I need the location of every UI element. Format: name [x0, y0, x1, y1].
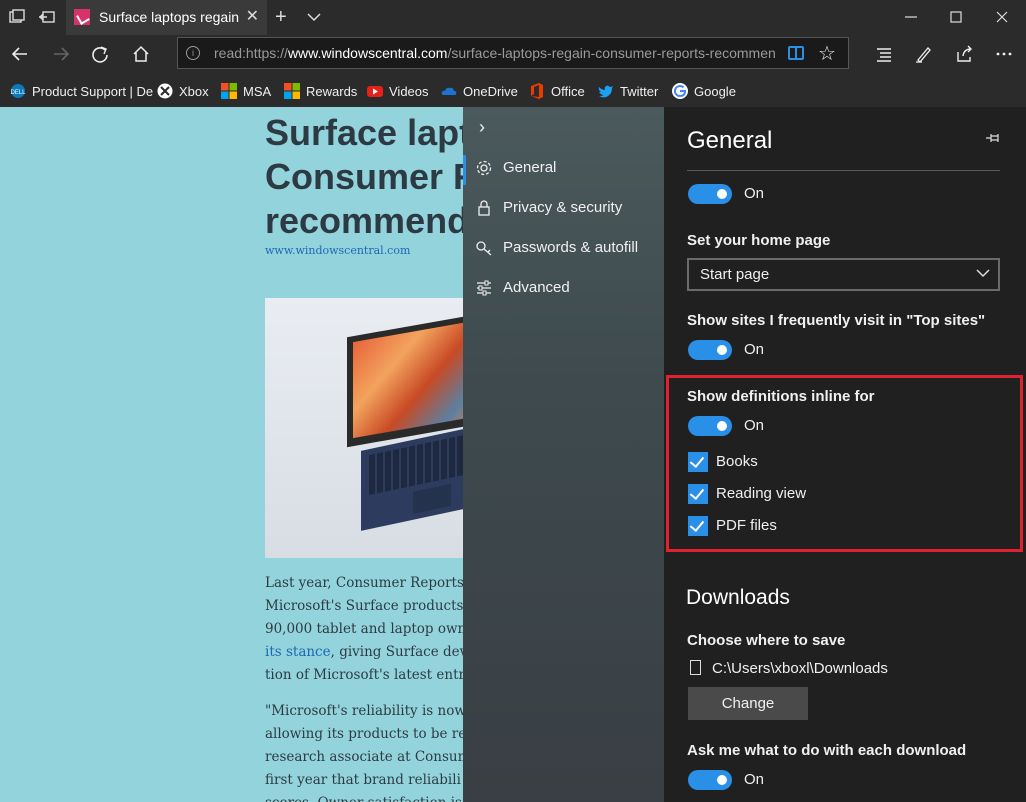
tab-preview-icon[interactable] [8, 8, 26, 26]
ask-download-toggle[interactable] [688, 770, 732, 790]
set-tabs-aside-icon[interactable] [38, 8, 56, 26]
favorite-google[interactable]: Google [672, 82, 736, 100]
definitions-label: Show definitions inline for [687, 388, 875, 405]
article-title: Surface lapt Consumer R recommend [265, 111, 466, 243]
toggle-state-label: On [744, 185, 764, 202]
download-path: C:\Users\xboxl\Downloads [712, 660, 888, 677]
key-icon [475, 239, 493, 257]
settings-nav: › General Privacy & security Passwords &… [463, 107, 664, 802]
windows-icon [221, 83, 237, 99]
reading-view-checkbox[interactable] [688, 484, 708, 504]
article-paragraph: "Microsoft's reliability is now allowing… [265, 700, 466, 802]
settings-nav-privacy[interactable]: Privacy & security [463, 190, 664, 226]
home-page-select[interactable]: Start page [687, 258, 1000, 291]
pen-icon[interactable] [914, 44, 934, 64]
xbox-icon [157, 83, 173, 99]
article-link[interactable]: its stance [265, 644, 331, 660]
settings-nav-advanced[interactable]: Advanced [463, 270, 664, 306]
tab-title: Surface laptops regain [99, 9, 239, 25]
favorite-xbox[interactable]: Xbox [157, 82, 209, 100]
article-paragraph: Last year, Consumer Reports Microsoft's … [265, 572, 466, 687]
sliders-icon [475, 279, 493, 297]
site-info-icon[interactable]: i [186, 46, 200, 60]
navigation-bar: i read:https://www.windowscentral.com/su… [0, 35, 1026, 73]
tab-close-icon[interactable]: ✕ [246, 8, 259, 26]
tab-active[interactable]: Surface laptops regain ✕ [66, 0, 267, 35]
dell-icon: DELL [10, 83, 26, 99]
gear-icon [475, 159, 493, 177]
choose-save-label: Choose where to save [687, 632, 845, 649]
favorite-star-icon[interactable]: ☆ [818, 41, 836, 66]
more-icon[interactable] [994, 44, 1014, 64]
new-tab-button[interactable]: + [275, 6, 287, 29]
refresh-icon[interactable] [90, 44, 110, 64]
favorite-office[interactable]: Office [529, 82, 585, 100]
favorite-rewards[interactable]: Rewards [284, 82, 357, 100]
chevron-down-icon[interactable] [306, 10, 322, 24]
home-icon[interactable] [131, 44, 151, 64]
article-source[interactable]: www.windowscentral.com [265, 244, 410, 257]
windows-icon [284, 83, 300, 99]
maximize-icon[interactable] [948, 8, 964, 26]
favorites-bar: DELL Product Support | De Xbox MSA Rewar… [0, 73, 1026, 107]
reading-view: Surface lapt Consumer R recommend www.wi… [0, 107, 466, 802]
back-arrow-icon[interactable] [10, 44, 30, 64]
chevron-right-icon[interactable]: › [479, 117, 485, 138]
settings-nav-passwords[interactable]: Passwords & autofill [463, 230, 664, 266]
books-checkbox[interactable] [688, 452, 708, 472]
general-toggle[interactable] [688, 184, 732, 204]
favorite-msa[interactable]: MSA [221, 82, 271, 100]
address-bar[interactable]: i read:https://www.windowscentral.com/su… [177, 37, 849, 69]
url-text[interactable]: read:https://www.windowscentral.com/surf… [214, 45, 776, 61]
settings-panel: General On Set your home page Start page… [664, 107, 1026, 802]
settings-nav-general[interactable]: General [463, 150, 664, 186]
svg-text:DELL: DELL [10, 90, 26, 96]
pdf-files-label: PDF files [716, 517, 777, 534]
file-icon [690, 660, 701, 675]
toggle-state-label: On [744, 771, 764, 788]
chevron-down-icon [976, 266, 990, 280]
pdf-files-checkbox[interactable] [688, 516, 708, 536]
home-page-label: Set your home page [687, 232, 830, 249]
definitions-toggle[interactable] [688, 416, 732, 436]
onedrive-icon [441, 83, 457, 99]
ask-download-label: Ask me what to do with each download [687, 742, 966, 759]
lock-icon [475, 199, 493, 217]
toggle-state-label: On [744, 341, 764, 358]
office-icon [529, 83, 545, 99]
favorite-videos[interactable]: Videos [367, 82, 429, 100]
reading-view-label: Reading view [716, 485, 806, 502]
article-image [265, 298, 466, 558]
share-icon[interactable] [954, 44, 974, 64]
favorite-twitter[interactable]: Twitter [598, 82, 658, 100]
divider [687, 170, 1000, 171]
favorite-onedrive[interactable]: OneDrive [441, 82, 518, 100]
twitter-icon [598, 83, 614, 99]
close-icon[interactable] [994, 8, 1010, 26]
hub-icon[interactable] [874, 44, 894, 64]
reading-view-icon[interactable] [788, 46, 804, 60]
panel-title: General [687, 127, 772, 155]
favorite-product-support[interactable]: DELL Product Support | De [10, 82, 153, 100]
change-button[interactable]: Change [688, 687, 808, 720]
books-label: Books [716, 453, 758, 470]
youtube-icon [367, 83, 383, 99]
forward-arrow-icon[interactable] [51, 44, 71, 64]
google-icon [672, 83, 688, 99]
minimize-icon[interactable] [903, 8, 919, 26]
windows-central-favicon-icon [74, 9, 90, 25]
top-sites-label: Show sites I frequently visit in "Top si… [687, 312, 985, 329]
pin-icon[interactable] [986, 133, 1002, 143]
tab-bar: Surface laptops regain ✕ + [0, 0, 1026, 35]
downloads-title: Downloads [686, 586, 790, 610]
top-sites-toggle[interactable] [688, 340, 732, 360]
toggle-state-label: On [744, 417, 764, 434]
